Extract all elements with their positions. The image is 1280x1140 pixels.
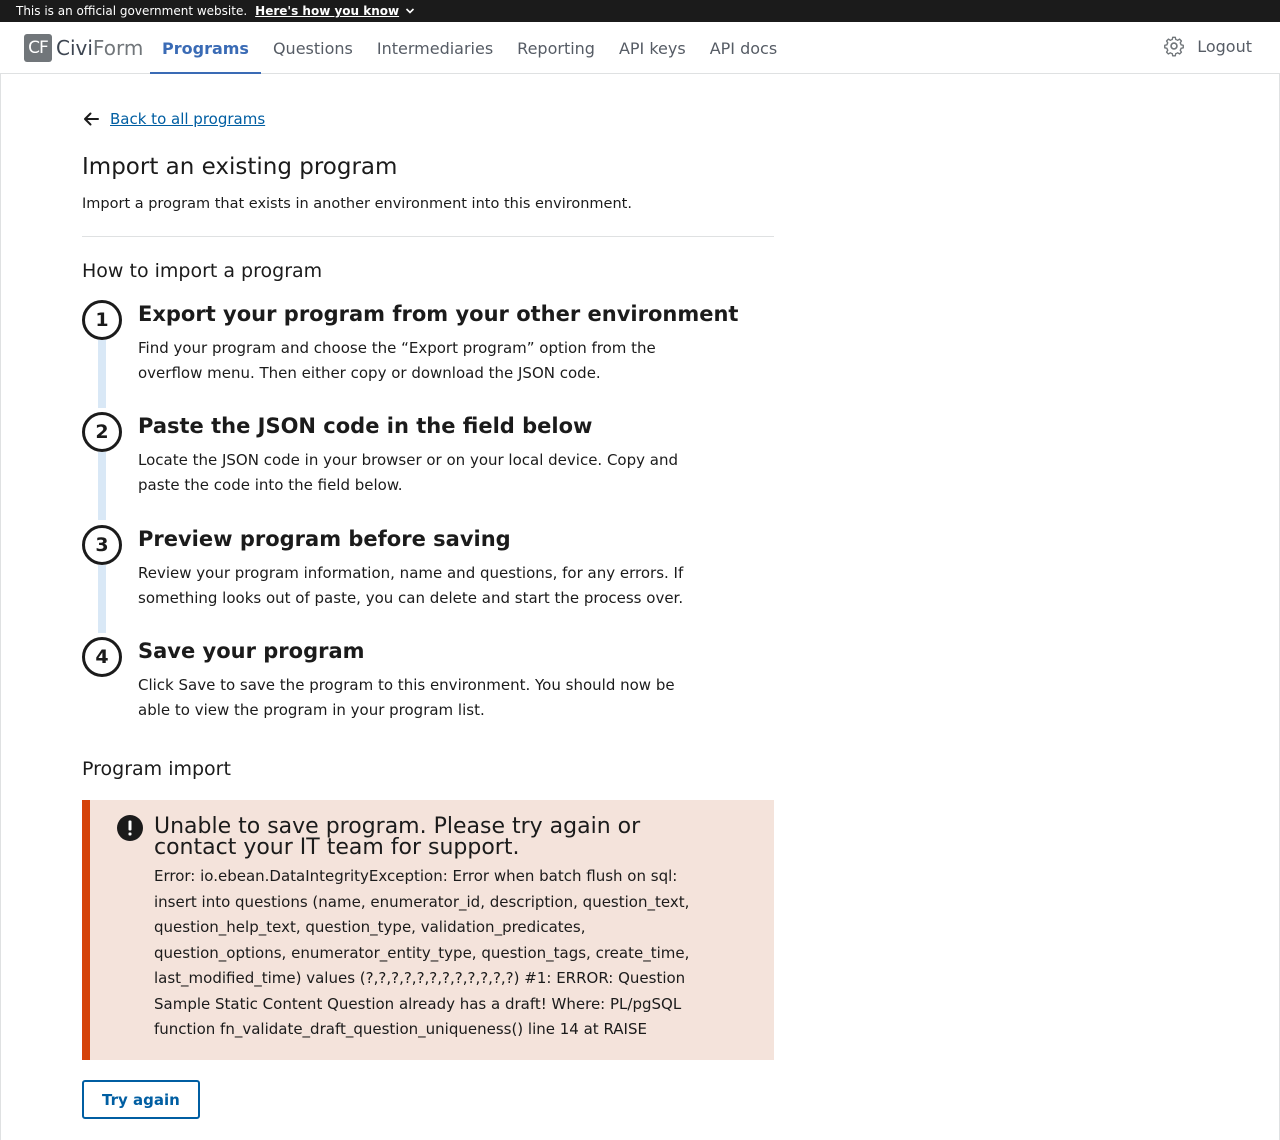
logo-form: Form [92,36,144,60]
gov-banner: This is an official government website. … [0,0,1280,22]
header-right: Logout [1163,22,1252,70]
heres-how-you-know-link[interactable]: Here's how you know [255,4,415,18]
step-text: Review your program information, name an… [138,564,684,607]
back-row: Back to all programs [82,110,265,128]
chevron-down-icon [406,8,415,14]
nav-questions[interactable]: Questions [261,22,365,74]
logo-civi: Civi [56,36,93,60]
logo-text: CiviForm [56,36,143,60]
nav-api-keys[interactable]: API keys [607,22,698,74]
divider [82,236,774,237]
how-to-import-heading: How to import a program [82,260,323,282]
error-alert: Unable to save program. Please try again… [82,800,774,1060]
alert-heading: Unable to save program. Please try again… [154,814,641,860]
step-connector [98,452,106,520]
top-header: CF CiviForm Programs Questions Intermedi… [0,22,1280,74]
step-number: 1 [82,300,122,340]
step-connector [98,340,106,408]
heres-how-you-know-label: Here's how you know [255,4,400,18]
step-number: 4 [82,637,122,677]
step-title: Paste the JSON code in the field below [138,414,593,438]
main-content: Back to all programs Import an existing … [0,74,1280,1140]
nav-api-docs[interactable]: API docs [698,22,789,74]
page-title: Import an existing program [82,154,398,180]
step-number: 2 [82,412,122,452]
main-nav: Programs Questions Intermediaries Report… [150,22,789,74]
program-import-heading: Program import [82,758,231,780]
step-text: Locate the JSON code in your browser or … [138,451,678,494]
gov-banner-text: This is an official government website. [16,4,248,18]
step-title: Save your program [138,639,365,663]
logo-badge: CF [24,34,52,62]
arrow-left-icon [84,112,99,126]
step-text: Click Save to save the program to this e… [138,676,675,719]
step-connector [98,565,106,633]
try-again-button[interactable]: Try again [82,1080,200,1119]
civiform-logo[interactable]: CF CiviForm [24,34,143,62]
logout-link[interactable]: Logout [1197,37,1252,56]
step-text: Find your program and choose the “Export… [138,339,656,382]
step-number: 3 [82,525,122,565]
step-title: Export your program from your other envi… [138,302,739,326]
alert-error-text: Error: io.ebean.DataIntegrityException: … [154,867,690,1038]
nav-intermediaries[interactable]: Intermediaries [365,22,505,74]
nav-reporting[interactable]: Reporting [505,22,607,74]
step-title: Preview program before saving [138,527,511,551]
page-description: Import a program that exists in another … [82,196,632,212]
back-to-programs-link[interactable]: Back to all programs [110,110,265,128]
error-icon [117,815,143,841]
nav-programs[interactable]: Programs [150,22,261,74]
gear-icon[interactable] [1163,35,1185,57]
